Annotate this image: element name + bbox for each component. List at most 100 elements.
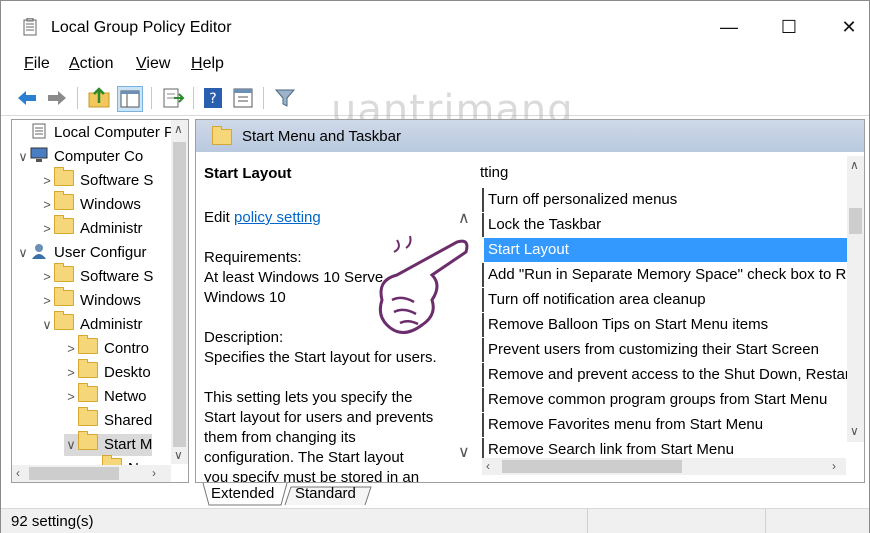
tree-item[interactable]: Local Computer P: [16, 122, 174, 144]
tree-item[interactable]: ∨ Administr: [40, 311, 143, 336]
minimize-button[interactable]: —: [709, 11, 749, 43]
chevron-right-icon[interactable]: >: [40, 266, 54, 288]
main-window: Local Group Policy Editor — ☐ ✕ File Act…: [0, 0, 870, 533]
setting-row[interactable]: Start Layout: [482, 238, 860, 262]
folder-icon: [78, 359, 98, 378]
toolbar-separator: [263, 87, 264, 109]
show-hide-tree-icon[interactable]: [117, 86, 143, 112]
chevron-right-icon[interactable]: >: [40, 194, 54, 216]
computer-icon: [30, 147, 48, 162]
tree-item-label: Administr: [80, 220, 143, 237]
folder-icon: [212, 126, 238, 148]
scroll-up-icon[interactable]: ∧: [174, 122, 183, 136]
tree-vertical-scrollbar[interactable]: ∧ ∨: [171, 120, 188, 464]
tree-item[interactable]: > Contro: [64, 335, 149, 360]
status-divider: [587, 509, 588, 533]
maximize-button[interactable]: ☐: [769, 11, 809, 43]
scroll-up-icon[interactable]: ∧: [850, 158, 859, 172]
tree-item-label: Windows: [80, 196, 141, 213]
setting-row[interactable]: Remove common program groups from Start …: [482, 388, 860, 412]
tree-item[interactable]: > Netwo: [64, 383, 147, 408]
chevron-right-icon[interactable]: >: [64, 386, 78, 408]
chevron-down-icon[interactable]: ∨: [64, 434, 78, 456]
scroll-thumb[interactable]: [173, 142, 186, 447]
folder-icon: [54, 311, 74, 330]
tree-item[interactable]: ∨ User Configur: [16, 242, 147, 264]
list-horizontal-scrollbar[interactable]: ‹ ›: [482, 458, 846, 475]
tree-item[interactable]: > Software S: [40, 167, 154, 192]
setting-heading: Start Layout: [204, 165, 292, 182]
menu-action[interactable]: Action: [69, 55, 113, 73]
scroll-right-icon[interactable]: ›: [832, 459, 836, 473]
scroll-thumb[interactable]: [29, 467, 119, 480]
tree-item-label: Shared: [104, 412, 153, 429]
menu-file[interactable]: File: [24, 55, 50, 73]
tree-horizontal-scrollbar[interactable]: ‹ ›: [12, 465, 171, 482]
help-icon[interactable]: ?: [201, 86, 225, 110]
tree-item[interactable]: Shared: [64, 407, 153, 432]
chevron-right-icon[interactable]: >: [40, 290, 54, 312]
scroll-thumb[interactable]: [502, 460, 682, 473]
tree-item[interactable]: ∨ Start M: [64, 431, 153, 456]
scroll-up-icon[interactable]: ∧: [458, 208, 470, 228]
scroll-thumb[interactable]: [849, 208, 862, 234]
menu-view[interactable]: View: [136, 55, 170, 73]
properties-icon[interactable]: [231, 86, 255, 110]
tree-item[interactable]: > Administr: [40, 215, 143, 240]
tree-item[interactable]: > Software S: [40, 263, 154, 288]
chevron-right-icon[interactable]: >: [64, 338, 78, 360]
close-button[interactable]: ✕: [829, 11, 869, 43]
setting-row[interactable]: Lock the Taskbar: [482, 213, 860, 237]
tree-item[interactable]: ∨ Computer Co: [16, 146, 143, 168]
setting-row[interactable]: Remove Favorites menu from Start Menu: [482, 413, 860, 437]
folder-icon: [78, 431, 98, 450]
scroll-left-icon[interactable]: ‹: [486, 459, 490, 473]
tree-item[interactable]: > Windows: [40, 287, 141, 312]
chevron-right-icon[interactable]: >: [64, 362, 78, 384]
setting-row[interactable]: Remove Balloon Tips on Start Menu items: [482, 313, 860, 337]
svg-text:?: ?: [209, 91, 216, 107]
menu-help[interactable]: Help: [191, 55, 224, 73]
filter-icon[interactable]: [273, 86, 297, 110]
folder-icon: [54, 167, 74, 186]
body-line-5: you specify must be stored in an: [204, 469, 420, 483]
chevron-right-icon[interactable]: >: [40, 218, 54, 240]
tree-item-label: Software S: [80, 268, 154, 285]
scroll-right-icon[interactable]: ›: [152, 466, 156, 480]
setting-row[interactable]: Remove and prevent access to the Shut Do…: [482, 363, 860, 387]
tree-item-label: Netwo: [104, 388, 147, 405]
tree-item-label: Deskto: [104, 364, 151, 381]
tab-standard[interactable]: Standard: [287, 483, 364, 505]
back-arrow-icon[interactable]: [15, 86, 39, 110]
chevron-down-icon[interactable]: ∨: [16, 146, 30, 168]
user-icon: [32, 244, 46, 259]
setting-row[interactable]: Prevent users from customizing their Sta…: [482, 338, 860, 362]
toolbar-separator: [193, 87, 194, 109]
tree-item-label: Windows: [80, 292, 141, 309]
tree-item[interactable]: > Deskto: [64, 359, 151, 384]
scroll-down-icon[interactable]: ∨: [458, 442, 470, 462]
setting-column-header[interactable]: tting: [480, 164, 508, 181]
tree-item[interactable]: > Windows: [40, 191, 141, 216]
setting-row[interactable]: Turn off personalized menus: [482, 188, 860, 212]
setting-row[interactable]: Turn off notification area cleanup: [482, 288, 860, 312]
chevron-down-icon[interactable]: ∨: [40, 314, 54, 336]
scroll-left-icon[interactable]: ‹: [16, 466, 20, 480]
folder-icon: [54, 263, 74, 282]
chevron-right-icon[interactable]: >: [40, 170, 54, 192]
tree-item-label: Start M: [104, 436, 153, 453]
chevron-down-icon[interactable]: ∨: [16, 242, 30, 264]
setting-row[interactable]: Add "Run in Separate Memory Space" check…: [482, 263, 860, 287]
details-header: Start Menu and Taskbar: [196, 120, 864, 152]
tree-item-label: Software S: [80, 172, 154, 189]
menu-bar: File Action View Help: [1, 51, 869, 77]
forward-arrow-icon[interactable]: [45, 86, 69, 110]
tab-extended[interactable]: Extended: [203, 483, 282, 505]
up-folder-icon[interactable]: [87, 86, 111, 110]
list-vertical-scrollbar[interactable]: ∧ ∨: [847, 156, 864, 442]
policy-setting-link[interactable]: policy setting: [234, 209, 321, 226]
scroll-down-icon[interactable]: ∨: [850, 424, 859, 438]
scroll-down-icon[interactable]: ∨: [174, 448, 183, 462]
title-bar: Local Group Policy Editor — ☐ ✕: [1, 1, 869, 45]
export-list-icon[interactable]: [161, 86, 185, 110]
